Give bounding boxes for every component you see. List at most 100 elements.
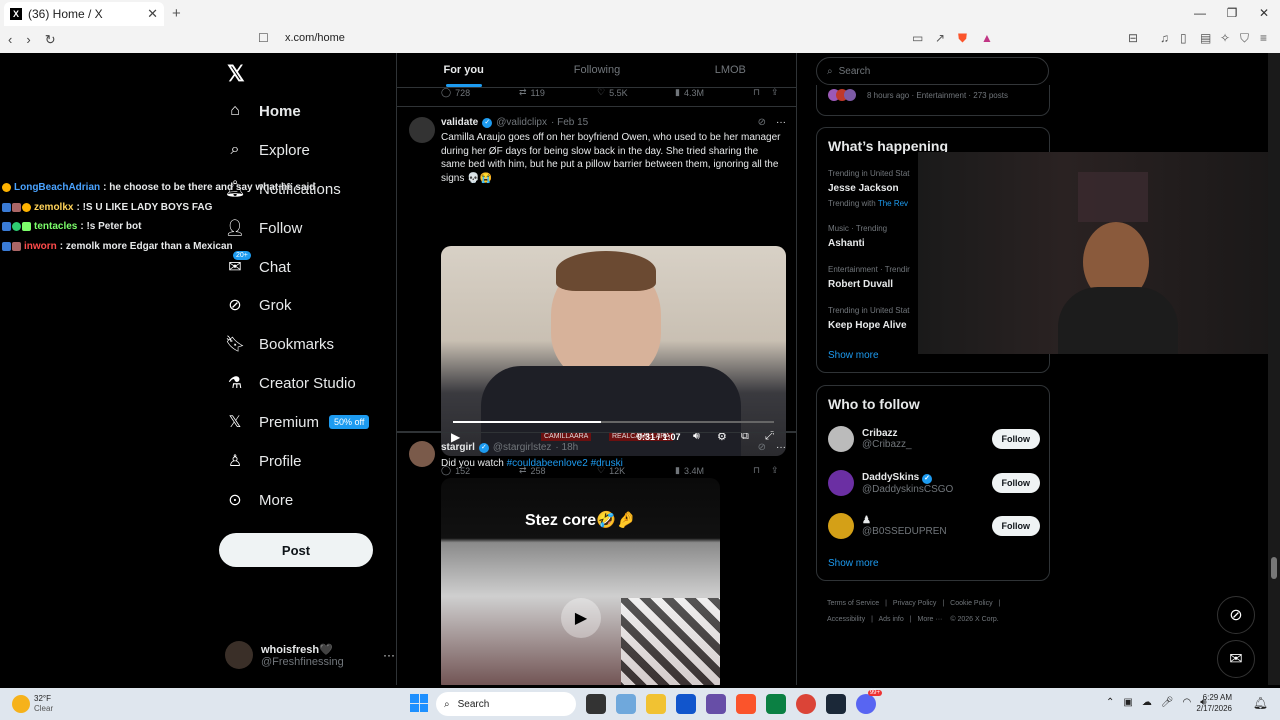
- tweet-handle[interactable]: @validclipx: [496, 117, 547, 128]
- share-icon[interactable]: ↗: [935, 31, 945, 45]
- nav-creator-studio[interactable]: ⚗ Creator Studio: [225, 373, 356, 393]
- minimize-icon[interactable]: —: [1184, 0, 1216, 26]
- tweet-author-name[interactable]: stargirl: [441, 442, 475, 453]
- brave-rewards-icon[interactable]: ▲: [981, 31, 993, 45]
- taskbar-search[interactable]: ⌕ Search: [436, 692, 576, 716]
- repost-button[interactable]: ⇄ 119: [519, 87, 597, 98]
- footer-link[interactable]: Ads info: [878, 616, 903, 623]
- wifi-icon[interactable]: ◠: [1183, 697, 1192, 708]
- notification-bell-icon[interactable]: 🔔︎: [1253, 696, 1268, 710]
- leo-icon[interactable]: ✧: [1220, 31, 1230, 45]
- bookmark-icon[interactable]: ⊓: [753, 87, 771, 98]
- bookmark-page-icon[interactable]: ☐: [258, 31, 269, 45]
- grok-icon[interactable]: ⊘: [758, 117, 766, 128]
- nav-explore[interactable]: ⌕ Explore: [225, 140, 310, 160]
- hashtag-link[interactable]: #druski: [591, 458, 623, 469]
- views-button[interactable]: ▮ 4.3M: [675, 87, 753, 98]
- tweet-handle[interactable]: @stargirlstez: [493, 442, 552, 453]
- grok-icon[interactable]: ⊘: [758, 442, 766, 453]
- wallet-icon[interactable]: ▤: [1200, 31, 1211, 45]
- menu-icon[interactable]: ≡: [1260, 31, 1267, 45]
- follow-button[interactable]: Follow: [991, 516, 1040, 536]
- cast-icon[interactable]: ▭: [912, 31, 923, 45]
- show-more-link[interactable]: Show more: [828, 350, 879, 361]
- tweet-time[interactable]: · Feb 15: [551, 117, 588, 128]
- trend-item[interactable]: Entertainment · Trendir Robert Duvall: [828, 265, 910, 290]
- footer-link[interactable]: Accessibility: [827, 616, 865, 623]
- search-input[interactable]: ⌕ Search: [816, 57, 1049, 85]
- tab-following[interactable]: Following: [530, 53, 663, 87]
- footer-link[interactable]: Terms of Service: [827, 600, 879, 607]
- reload-icon[interactable]: ↻: [45, 32, 56, 48]
- nav-bookmarks[interactable]: 🔖︎ Bookmarks: [225, 334, 334, 354]
- brave-shield-icon[interactable]: ⛊: [958, 31, 967, 46]
- close-tab-icon[interactable]: ✕: [147, 6, 158, 22]
- reply-button[interactable]: ◯ 728: [441, 87, 519, 98]
- vpn-icon[interactable]: ⛉: [1240, 31, 1249, 46]
- weather-icon[interactable]: [12, 695, 30, 713]
- forward-icon[interactable]: ›: [26, 32, 30, 47]
- trend-item[interactable]: Trending in United Stat Keep Hope Alive: [828, 306, 910, 331]
- tab-lmob[interactable]: LMOB: [664, 53, 796, 87]
- more-dots-icon[interactable]: ···: [383, 648, 395, 662]
- steam-icon[interactable]: [826, 694, 846, 714]
- trend-item[interactable]: Music · Trending Ashanti: [828, 224, 887, 249]
- mic-icon[interactable]: 🎤︎: [1161, 697, 1174, 708]
- account-switcher[interactable]: whoisfresh🖤 @Freshfinessing ···: [225, 641, 395, 669]
- follow-suggestion[interactable]: ♟ @B0SSEDUPREN Follow: [828, 513, 1040, 539]
- trend-extra-link[interactable]: The Rev: [878, 199, 908, 208]
- follow-button[interactable]: Follow: [991, 473, 1040, 493]
- taskbar-clock[interactable]: 6:29 AM 2/17/2026: [1196, 692, 1232, 714]
- browser-tab[interactable]: X (36) Home / X ✕: [4, 2, 164, 26]
- tweet-time[interactable]: · 18h: [555, 442, 578, 453]
- nav-more[interactable]: ⊙ More: [225, 490, 293, 510]
- sidebar-icon[interactable]: ▯: [1180, 31, 1187, 45]
- footer-link[interactable]: More ···: [918, 616, 943, 623]
- trend-item[interactable]: Trending in United Stat Jesse Jackson Tr…: [828, 169, 910, 208]
- more-dots-icon[interactable]: ···: [776, 117, 786, 128]
- tweet[interactable]: stargirl ✓ @stargirlstez · 18h ⊘ ··· Did…: [397, 432, 796, 685]
- tray-app-icon[interactable]: ▣: [1123, 697, 1132, 708]
- new-tab-icon[interactable]: +: [172, 5, 181, 22]
- scrollbar-thumb[interactable]: [1271, 557, 1277, 579]
- copilot-icon[interactable]: [616, 694, 636, 714]
- footer-link[interactable]: Privacy Policy: [893, 600, 937, 607]
- play-icon[interactable]: ▶: [561, 598, 601, 638]
- task-view-icon[interactable]: [586, 694, 606, 714]
- nav-home[interactable]: ⌂ Home: [225, 101, 301, 121]
- follow-button[interactable]: Follow: [991, 429, 1040, 449]
- page-scrollbar[interactable]: [1268, 53, 1280, 685]
- avatar[interactable]: [409, 117, 435, 143]
- back-icon[interactable]: ‹: [8, 32, 12, 47]
- messages-fab-icon[interactable]: ✉: [1217, 640, 1255, 678]
- grok-fab-icon[interactable]: ⊘: [1217, 596, 1255, 634]
- nav-premium[interactable]: 𝕏 Premium 50% off: [225, 412, 370, 432]
- tweet-video[interactable]: Stez core🤣🤌 ▶: [441, 478, 720, 685]
- x-logo-icon[interactable]: 𝕏: [227, 61, 245, 87]
- tab-for-you[interactable]: For you: [397, 53, 530, 87]
- hashtag-link[interactable]: #couldabeenlove2: [507, 458, 588, 469]
- trend-card-top[interactable]: 8 hours ago · Entertainment · 273 posts: [816, 85, 1050, 116]
- like-button[interactable]: ♡ 5.5K: [597, 87, 675, 98]
- follow-suggestion[interactable]: DaddySkins ✓ @DaddyskinsCSGO Follow: [828, 470, 1040, 496]
- store-icon[interactable]: [676, 694, 696, 714]
- close-window-icon[interactable]: ✕: [1248, 0, 1280, 26]
- discord-icon[interactable]: 99+: [856, 690, 882, 714]
- chrome-icon[interactable]: [796, 694, 816, 714]
- windows-start-icon[interactable]: [410, 694, 428, 712]
- avatar[interactable]: [409, 441, 435, 467]
- app-icon[interactable]: [766, 694, 786, 714]
- post-button[interactable]: Post: [219, 533, 373, 567]
- music-icon[interactable]: ♫: [1160, 31, 1169, 45]
- weather-widget[interactable]: 32°F Clear: [34, 694, 53, 714]
- url-field[interactable]: x.com/home: [285, 32, 345, 44]
- cloud-icon[interactable]: ☁: [1142, 697, 1152, 708]
- video-progress-track[interactable]: [453, 421, 774, 423]
- restore-icon[interactable]: ❐: [1216, 0, 1248, 26]
- share-icon[interactable]: ⇪: [771, 87, 779, 98]
- tweet[interactable]: validate ✓ @validclipx · Feb 15 ⊘ ··· Ca…: [397, 107, 796, 476]
- nav-grok[interactable]: ⊘ Grok: [225, 295, 291, 315]
- tweet-video[interactable]: ▶ CAMILLAARA REALCAMILLARA 0:31 / 1:07 🔊…: [441, 246, 786, 456]
- tabs-icon[interactable]: ⊟: [1128, 31, 1138, 45]
- footer-link[interactable]: Cookie Policy: [950, 600, 992, 607]
